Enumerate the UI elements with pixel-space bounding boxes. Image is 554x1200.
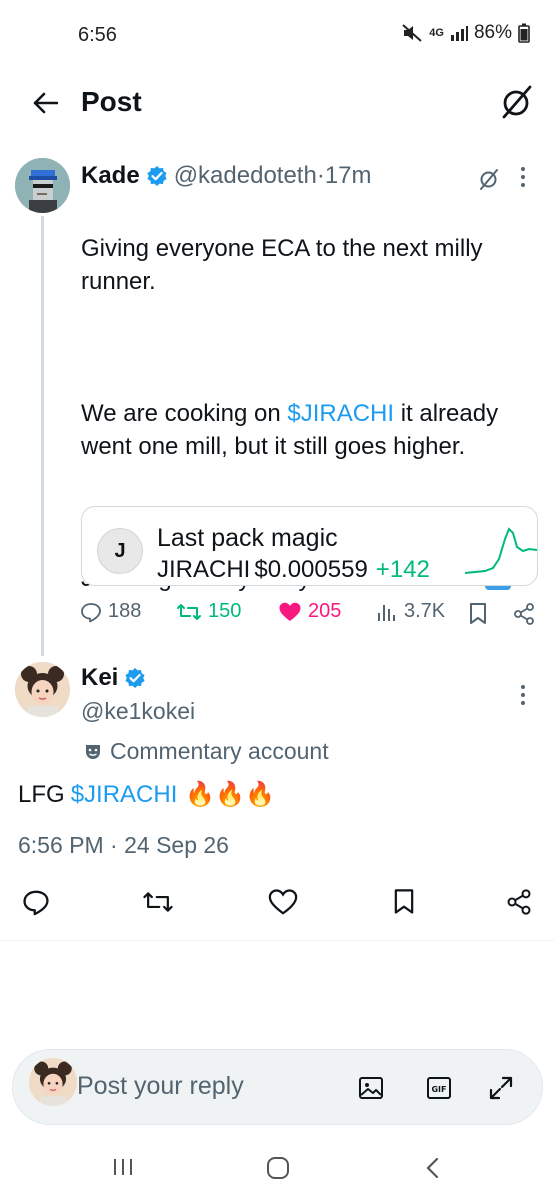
commentary-label: Commentary account bbox=[84, 738, 329, 765]
profile-photo-image bbox=[15, 662, 70, 717]
expand-icon bbox=[489, 1076, 513, 1100]
quoted-card[interactable]: J Last pack magic JIRACHI $0.000559 +142 bbox=[81, 506, 538, 586]
image-icon bbox=[359, 1077, 383, 1099]
card-price: $0.000559 bbox=[254, 556, 368, 583]
add-image-button[interactable] bbox=[358, 1075, 384, 1101]
post-timestamp: 6:56 PM · 24 Sep 26 bbox=[18, 832, 229, 858]
like-icon bbox=[279, 602, 301, 621]
tweet-paragraph-1: Giving everyone ECA to the next milly ru… bbox=[81, 235, 483, 295]
author-name[interactable]: Kei bbox=[81, 664, 118, 692]
price-sparkline bbox=[465, 527, 537, 574]
fire-emoji: 🔥🔥🔥 bbox=[185, 781, 276, 808]
kei-name-row: Kei bbox=[81, 664, 152, 692]
status-time: 6:56 bbox=[78, 24, 117, 46]
tweet-paragraph-2: We are cooking on $JIRACHI it already we… bbox=[81, 400, 499, 460]
share-icon bbox=[507, 889, 531, 915]
recent-apps-button[interactable] bbox=[112, 1156, 134, 1178]
recents-icon bbox=[114, 1159, 132, 1175]
like-count: 205 bbox=[308, 600, 342, 622]
card-title: Last pack magic bbox=[157, 524, 338, 552]
bookmark-action[interactable] bbox=[468, 602, 488, 626]
battery-icon bbox=[518, 23, 530, 43]
like-action[interactable]: 205 bbox=[278, 600, 341, 623]
grok-icon bbox=[480, 169, 498, 190]
main-reply-button[interactable] bbox=[22, 888, 50, 916]
commentary-text: Commentary account bbox=[110, 738, 329, 764]
chevron-left-icon bbox=[426, 1157, 439, 1179]
like-icon bbox=[268, 889, 298, 915]
repost-icon bbox=[177, 603, 201, 620]
add-gif-button[interactable]: GIF bbox=[426, 1075, 452, 1101]
repost-count: 150 bbox=[208, 600, 242, 622]
view-count: 3.7K bbox=[404, 600, 446, 622]
dot-separator: · bbox=[316, 162, 325, 189]
avatar-kade[interactable] bbox=[15, 158, 70, 213]
reply-icon bbox=[81, 602, 101, 622]
kei-post-text: LFG $JIRACHI 🔥🔥🔥 bbox=[18, 780, 276, 809]
kei-more-button[interactable] bbox=[520, 684, 526, 706]
share-action[interactable] bbox=[512, 602, 536, 626]
bookmark-icon bbox=[470, 603, 486, 624]
kade-grok-button[interactable] bbox=[478, 167, 500, 191]
home-icon bbox=[267, 1157, 289, 1179]
card-token-avatar: J bbox=[97, 528, 143, 574]
more-icon bbox=[521, 685, 525, 705]
composer-avatar bbox=[29, 1058, 77, 1106]
thread-connector bbox=[41, 216, 44, 656]
svg-text:GIF: GIF bbox=[431, 1085, 446, 1094]
cashtag-link[interactable]: $JIRACHI bbox=[71, 781, 178, 809]
pixel-avatar-image bbox=[15, 158, 70, 213]
network-label: 4G bbox=[429, 27, 444, 39]
author-handle[interactable]: @ke1kokei bbox=[81, 698, 195, 725]
main-bookmark-button[interactable] bbox=[392, 888, 416, 916]
main-like-button[interactable] bbox=[268, 888, 298, 916]
avatar-kei[interactable] bbox=[15, 662, 70, 717]
share-icon bbox=[514, 603, 534, 625]
kade-more-button[interactable] bbox=[520, 166, 526, 188]
home-button[interactable] bbox=[266, 1156, 290, 1180]
gif-icon: GIF bbox=[427, 1077, 451, 1099]
page-title: Post bbox=[81, 86, 142, 117]
expand-composer-button[interactable] bbox=[487, 1074, 515, 1102]
views-icon bbox=[378, 604, 395, 621]
kade-header: Kade @kadedoteth · 17m bbox=[81, 162, 372, 190]
signal-icon bbox=[450, 26, 468, 41]
cashtag-link[interactable]: $JIRACHI bbox=[287, 400, 394, 427]
system-back-button[interactable] bbox=[424, 1156, 442, 1180]
bookmark-icon bbox=[394, 889, 414, 914]
card-subtitle: JIRACHI $0.000559 +142 bbox=[157, 556, 430, 584]
grok-button[interactable] bbox=[500, 84, 534, 120]
divider bbox=[0, 940, 554, 941]
main-share-button[interactable] bbox=[505, 888, 533, 916]
reply-composer[interactable]: Post your reply GIF bbox=[12, 1049, 543, 1125]
battery-percent: 86% bbox=[473, 22, 512, 43]
reply-input[interactable]: Post your reply bbox=[77, 1072, 244, 1101]
post-time: 17m bbox=[324, 162, 372, 189]
author-handle[interactable]: @kadedoteth bbox=[174, 162, 317, 190]
card-change: +142 bbox=[375, 556, 430, 583]
status-icons: 4G 86% bbox=[401, 22, 530, 44]
back-arrow-icon bbox=[33, 92, 58, 114]
repost-action[interactable]: 150 bbox=[176, 600, 241, 623]
mute-icon bbox=[402, 24, 422, 42]
card-ticker: JIRACHI bbox=[157, 556, 251, 583]
verified-icon bbox=[125, 668, 145, 688]
back-button[interactable] bbox=[28, 86, 62, 120]
main-repost-button[interactable] bbox=[142, 888, 174, 916]
views-action[interactable]: 3.7K bbox=[376, 600, 445, 623]
reply-action[interactable]: 188 bbox=[80, 600, 141, 623]
grok-icon bbox=[502, 85, 532, 119]
verified-icon bbox=[147, 166, 167, 186]
reply-icon bbox=[23, 890, 49, 916]
author-name[interactable]: Kade bbox=[81, 162, 140, 190]
reply-count: 188 bbox=[108, 600, 142, 622]
profile-photo-image bbox=[29, 1058, 77, 1106]
theater-mask-icon bbox=[86, 744, 100, 759]
repost-icon bbox=[143, 892, 173, 912]
more-icon bbox=[521, 167, 525, 187]
